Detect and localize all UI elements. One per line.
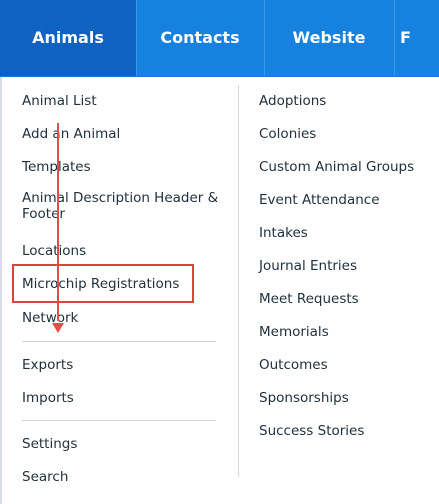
menu-item-colonies[interactable]: Colonies <box>259 126 316 142</box>
annotation-arrow-head <box>52 323 64 333</box>
menu-divider <box>22 420 216 421</box>
animals-dropdown-menu: Animal List Add an Animal Templates Anim… <box>0 77 439 504</box>
menu-item-memorials[interactable]: Memorials <box>259 324 329 340</box>
menu-item-network[interactable]: Network <box>22 310 78 326</box>
tab-animals[interactable]: Animals <box>0 0 136 76</box>
highlight-box-annotation <box>12 264 194 303</box>
menu-item-success-stories[interactable]: Success Stories <box>259 423 364 439</box>
menu-item-imports[interactable]: Imports <box>22 390 74 406</box>
annotation-arrow-line <box>57 123 59 321</box>
tab-website[interactable]: Website <box>264 0 394 76</box>
menu-item-search[interactable]: Search <box>22 469 68 485</box>
menu-item-journal-entries[interactable]: Journal Entries <box>259 258 357 274</box>
menu-item-exports[interactable]: Exports <box>22 357 73 373</box>
menu-item-meet-requests[interactable]: Meet Requests <box>259 291 359 307</box>
menu-item-animal-description-header-footer[interactable]: Animal Description Header & Footer <box>22 190 222 222</box>
menu-item-intakes[interactable]: Intakes <box>259 225 308 241</box>
menu-item-animal-list[interactable]: Animal List <box>22 93 97 109</box>
menu-item-settings[interactable]: Settings <box>22 436 77 452</box>
column-divider <box>238 85 239 477</box>
menu-item-adoptions[interactable]: Adoptions <box>259 93 326 109</box>
menu-item-event-attendance[interactable]: Event Attendance <box>259 192 380 208</box>
tab-contacts[interactable]: Contacts <box>136 0 264 76</box>
tab-separator <box>136 0 137 76</box>
main-nav-bar: Animals Contacts Website F <box>0 0 439 77</box>
menu-item-outcomes[interactable]: Outcomes <box>259 357 328 373</box>
menu-item-locations[interactable]: Locations <box>22 243 86 259</box>
tab-next-truncated[interactable]: F <box>394 0 439 76</box>
menu-divider <box>22 341 216 342</box>
menu-item-custom-animal-groups[interactable]: Custom Animal Groups <box>259 159 414 175</box>
menu-item-sponsorships[interactable]: Sponsorships <box>259 390 349 406</box>
menu-item-add-an-animal[interactable]: Add an Animal <box>22 126 120 142</box>
tab-separator <box>394 0 395 76</box>
tab-separator <box>264 0 265 76</box>
menu-left-border <box>0 77 2 504</box>
